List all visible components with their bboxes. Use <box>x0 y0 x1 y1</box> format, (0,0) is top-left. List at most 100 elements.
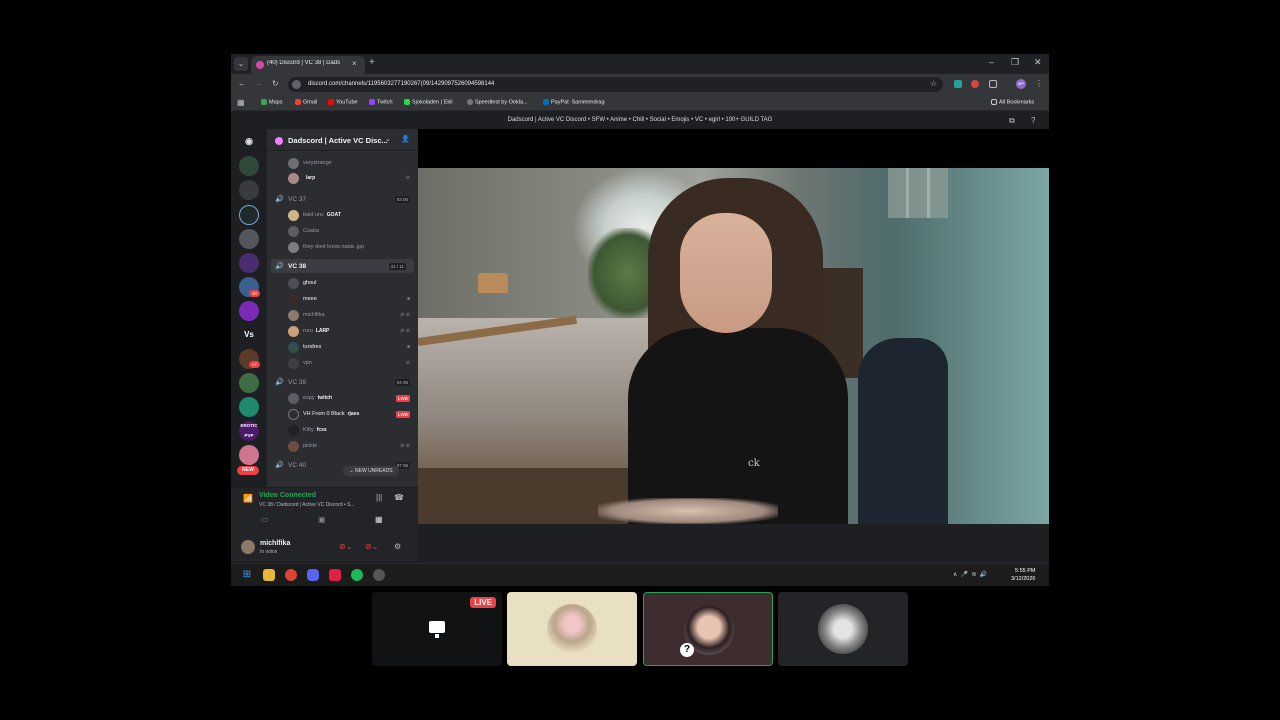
forward-icon[interactable]: → <box>255 79 263 88</box>
voice-user[interactable]: Csaba <box>267 224 418 239</box>
bookmark-gmail[interactable]: Gmail <box>295 99 317 105</box>
discord-home-icon[interactable]: ◉ <box>239 131 259 151</box>
spotify-icon[interactable] <box>351 569 363 581</box>
profile-avatar[interactable]: MP <box>1016 79 1026 89</box>
voice-channel-vc37[interactable]: 🔊 VC 37 03 06 <box>267 192 418 206</box>
bookmark-sjokoladen[interactable]: Sjokoladen | Ekli <box>404 99 453 105</box>
avatar <box>288 393 299 404</box>
participant-tile[interactable]: ? <box>643 592 773 666</box>
noise-suppression-icon[interactable]: ||| <box>376 493 382 502</box>
close-window-icon[interactable]: ✕ <box>1034 57 1042 68</box>
chevron-down-icon[interactable]: ⌄ <box>385 135 391 143</box>
menu-kebab-icon[interactable]: ⋮ <box>1035 79 1043 88</box>
server-icon[interactable] <box>239 301 259 321</box>
app-icon[interactable] <box>373 569 385 581</box>
bookmark-twitch[interactable]: Twitch <box>369 99 393 105</box>
minimize-icon[interactable]: – <box>989 57 994 67</box>
current-username[interactable]: michlfika <box>260 540 290 547</box>
bookmark-paypal[interactable]: PayPal: Sammendrag <box>543 99 605 105</box>
gmail-icon <box>295 99 301 105</box>
server-vs[interactable]: Vs <box>239 325 259 345</box>
mute-mic-icon[interactable]: ⊘⌄ <box>339 542 352 551</box>
avatar <box>288 425 299 436</box>
extension-icon[interactable] <box>954 80 962 88</box>
server-icon[interactable] <box>239 445 259 465</box>
deafen-icon[interactable]: ⊘⌄ <box>365 542 378 551</box>
apps-grid-icon[interactable]: ▦ <box>237 98 245 107</box>
username: verystrange <box>303 160 332 166</box>
server-icon[interactable] <box>239 156 259 176</box>
voice-user[interactable]: michlfika ⊘ ⊘ <box>267 308 418 323</box>
server-icon[interactable] <box>239 229 259 249</box>
deafened-icon: ⊘ ⊘ <box>400 312 410 318</box>
extension-icon[interactable] <box>971 80 979 88</box>
chrome-icon[interactable] <box>285 569 297 581</box>
new-unreads-button[interactable]: ⌄ NEW UNREADS <box>343 466 399 476</box>
voice-user[interactable]: tundres ■ <box>267 340 418 355</box>
back-icon[interactable]: ← <box>238 79 246 88</box>
settings-gear-icon[interactable]: ⚙ <box>394 542 401 551</box>
screenshare-tile[interactable]: LIVE <box>372 592 502 666</box>
voice-user[interactable]: VH From 0 Black rjaes LIVE <box>267 407 418 422</box>
voice-user[interactable]: ghoul <box>267 276 418 291</box>
voice-user[interactable]: expy twitch LIVE <box>267 391 418 406</box>
camera-toggle-icon[interactable]: ▭ <box>261 515 269 524</box>
activities-icon[interactable]: ▦ <box>375 515 383 524</box>
tab-search-icon[interactable]: ⌄ <box>234 57 248 71</box>
voice-user[interactable]: verystrange <box>267 156 418 171</box>
server-erotic-pvp[interactable]: EROTIC PVP <box>239 421 259 441</box>
voice-status[interactable]: Video Connected <box>259 492 316 499</box>
clock[interactable]: 5:55 PM 3/12/2026 <box>1011 567 1035 583</box>
bookmark-star-icon[interactable]: ☆ <box>930 79 937 88</box>
channel-name: VC 39 <box>288 379 307 386</box>
voice-user[interactable]: bald unc GOAT <box>267 208 418 223</box>
bookmark-youtube[interactable]: YouTube <box>328 99 358 105</box>
user-tag: twitch <box>317 395 333 401</box>
site-info-icon[interactable] <box>292 80 301 89</box>
new-servers-pill[interactable]: NEW <box>237 466 259 475</box>
system-tray[interactable]: ∧ 🎤 ≋ 🔊 <box>953 571 987 578</box>
voice-channel-vc39[interactable]: 🔊 VC 39 04 06 <box>267 375 418 389</box>
all-bookmarks[interactable]: All Bookmarks <box>991 99 1034 105</box>
server-icon[interactable] <box>239 373 259 393</box>
voice-user[interactable]: Kitty fcss <box>267 423 418 438</box>
video-stage[interactable]: ck <box>418 129 1049 524</box>
voice-channel-vc38[interactable]: 🔊 VC 38 41 / 11 <box>271 259 414 273</box>
server-icon[interactable] <box>239 180 259 200</box>
windows-start-icon[interactable]: ⊞ <box>241 569 253 581</box>
browser-tab[interactable]: (40) Discord | VC 38 | Dads × <box>251 56 365 74</box>
add-member-icon[interactable]: 👤 <box>401 135 410 143</box>
avatar <box>288 278 299 289</box>
voice-user[interactable]: pickle ⊘ ⊘ <box>267 439 418 454</box>
voice-user[interactable]: ruru LARP ⊘ ⊘ <box>267 324 418 339</box>
help-icon[interactable]: ? <box>1031 116 1035 125</box>
voice-location[interactable]: VC 38 / Dadscord | Active VC Discord • S… <box>259 502 355 508</box>
bookmark-speedtest[interactable]: Speedtest by Ookla... <box>467 99 528 105</box>
avatar <box>288 294 299 305</box>
file-explorer-icon[interactable] <box>263 569 275 581</box>
discord-app-icon[interactable] <box>307 569 319 581</box>
voice-user[interactable]: meee ■ <box>267 292 418 307</box>
address-bar[interactable]: discord.com/channels/1195603277190267(09… <box>288 77 943 92</box>
popout-icon[interactable]: ⧉ <box>1009 116 1015 126</box>
app-icon[interactable] <box>329 569 341 581</box>
voice-user[interactable]: they dont know nada .jpp <box>267 240 418 255</box>
tab-close-icon[interactable]: × <box>352 59 357 68</box>
server-icon[interactable] <box>239 397 259 417</box>
disconnect-icon[interactable]: ☎ <box>394 493 404 502</box>
server-icon[interactable] <box>239 205 259 225</box>
signal-icon[interactable]: 📶 <box>243 494 253 503</box>
avatar[interactable] <box>241 540 255 554</box>
maximize-icon[interactable]: ❐ <box>1011 57 1019 68</box>
reload-icon[interactable]: ↻ <box>272 79 279 88</box>
bookmark-maps[interactable]: Maps <box>261 99 282 105</box>
new-tab-icon[interactable]: + <box>369 57 375 68</box>
screen-share-icon[interactable]: ▣ <box>318 515 326 524</box>
server-icon[interactable] <box>239 253 259 273</box>
participant-tile[interactable] <box>507 592 637 666</box>
voice-user[interactable]: vpn ⊘ <box>267 356 418 371</box>
extensions-puzzle-icon[interactable] <box>989 80 997 88</box>
voice-user[interactable]: larp ⊘ <box>267 171 418 186</box>
guild-header[interactable]: Dadscord | Active VC Disc... ⌄ 👤 <box>267 129 418 151</box>
participant-tile[interactable] <box>778 592 908 666</box>
